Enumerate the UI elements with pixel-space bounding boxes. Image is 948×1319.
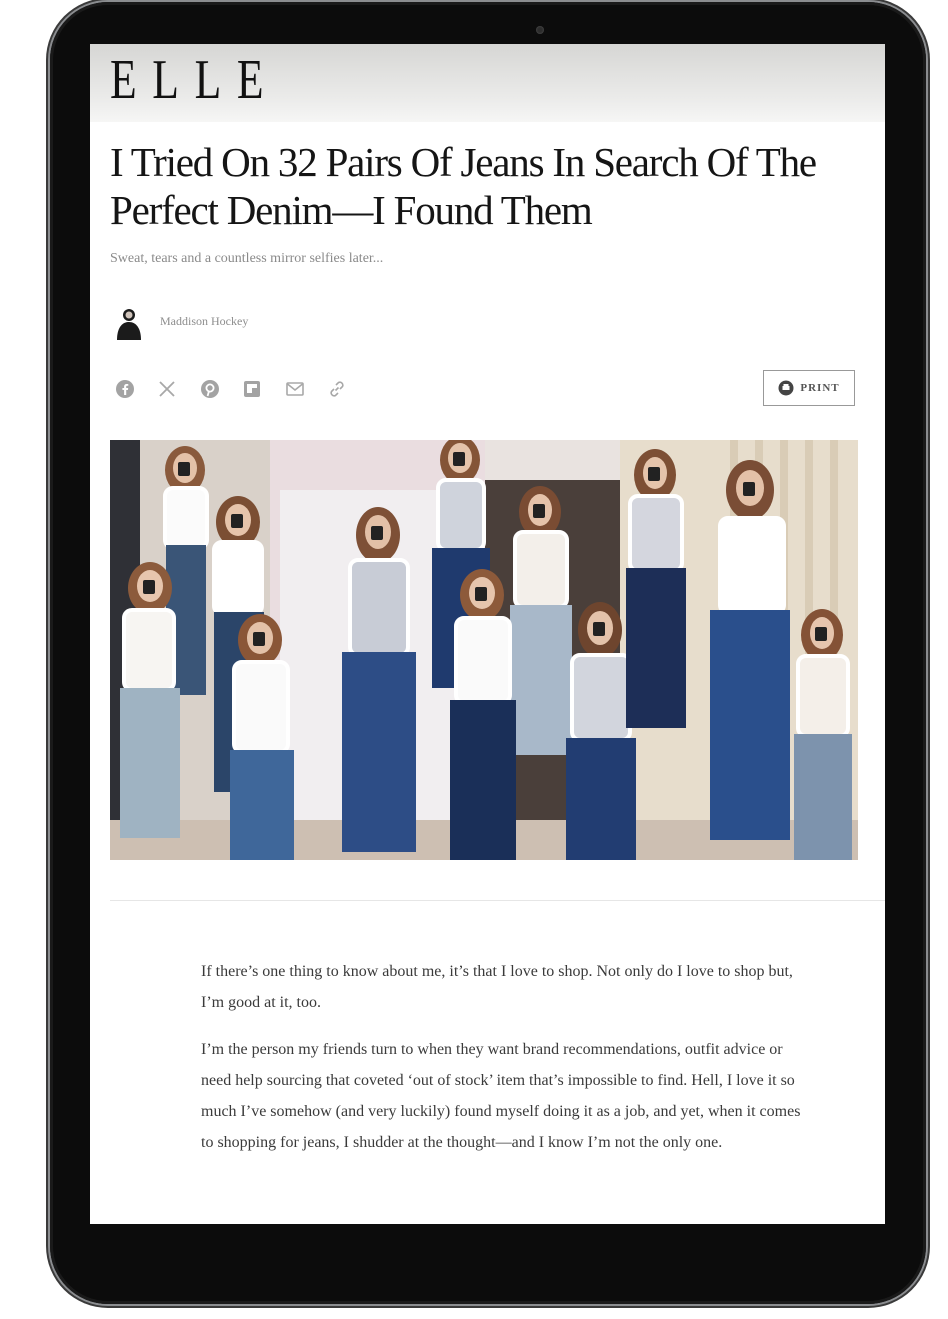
x-icon[interactable] (156, 378, 178, 400)
byline: Maddison Hockey (110, 306, 510, 342)
link-icon[interactable] (326, 378, 348, 400)
print-icon (778, 380, 794, 396)
pinterest-icon[interactable] (199, 378, 221, 400)
article-dek: Sweat, tears and a countless mirror self… (110, 251, 384, 266)
paragraph-2: I’m the person my friends turn to when t… (201, 1041, 801, 1151)
facebook-icon[interactable] (114, 378, 136, 400)
author-avatar[interactable] (114, 306, 144, 340)
share-bar (114, 378, 364, 402)
stage: ELLE I Tried On 32 Pairs Of Jeans In Sea… (0, 0, 948, 1319)
article-headline: I Tried On 32 Pairs Of Jeans In Search O… (110, 139, 817, 233)
section-divider (110, 900, 885, 901)
print-label: PRINT (800, 382, 840, 394)
hero-image[interactable] (110, 440, 858, 860)
paragraph-1: If there’s one thing to know about me, i… (201, 963, 793, 1011)
jeans-collage (110, 440, 858, 860)
author-name[interactable]: Maddison Hockey (160, 314, 248, 329)
flipboard-icon[interactable] (241, 378, 263, 400)
elle-logo[interactable]: ELLE (110, 49, 279, 112)
print-button[interactable]: PRINT (763, 370, 855, 406)
email-icon[interactable] (284, 378, 306, 400)
tablet-screen: ELLE I Tried On 32 Pairs Of Jeans In Sea… (90, 44, 885, 1224)
article-body: If there’s one thing to know about me, i… (201, 956, 801, 1174)
site-header: ELLE (90, 44, 885, 122)
front-camera (536, 26, 544, 34)
